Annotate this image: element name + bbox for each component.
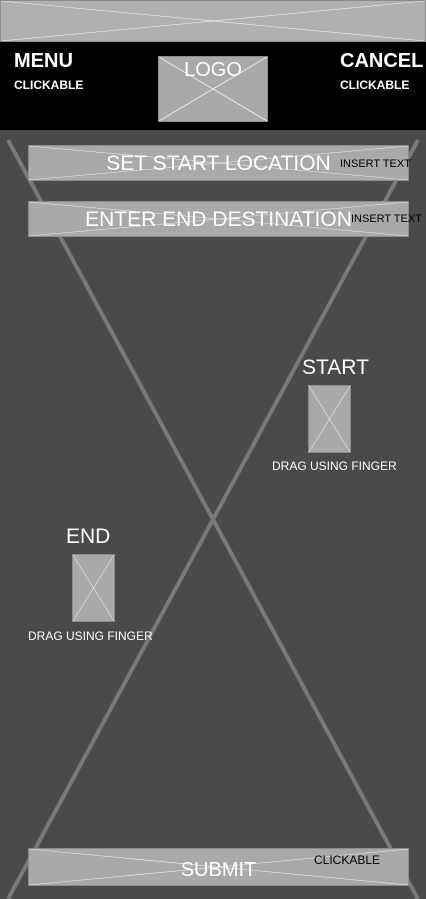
end-marker-hint: DRAG USING FINGER (28, 629, 153, 643)
start-marker-hint: DRAG USING FINGER (272, 459, 397, 473)
map-placeholder[interactable] (0, 0, 426, 899)
cancel-annotation: CLICKABLE (340, 78, 410, 92)
menu-annotation: CLICKABLE (14, 78, 84, 92)
end-marker-pin[interactable] (72, 554, 115, 622)
end-destination-annotation: INSERT TEXT (351, 213, 422, 225)
menu-button[interactable]: MENU (14, 50, 73, 73)
start-location-annotation: INSERT TEXT (340, 158, 411, 170)
logo-label: LOGO (184, 59, 242, 81)
cancel-button[interactable]: CANCEL (340, 50, 423, 73)
start-marker-title: START (302, 356, 369, 379)
start-marker-pin[interactable] (308, 385, 351, 453)
logo-placeholder: LOGO (158, 56, 268, 122)
submit-annotation: CLICKABLE (314, 853, 381, 867)
end-marker-title: END (66, 525, 111, 548)
wireframe-screen: MENU CLICKABLE LOGO CANCEL CLICKABLE SET… (0, 0, 426, 899)
status-bar-placeholder (0, 0, 426, 42)
